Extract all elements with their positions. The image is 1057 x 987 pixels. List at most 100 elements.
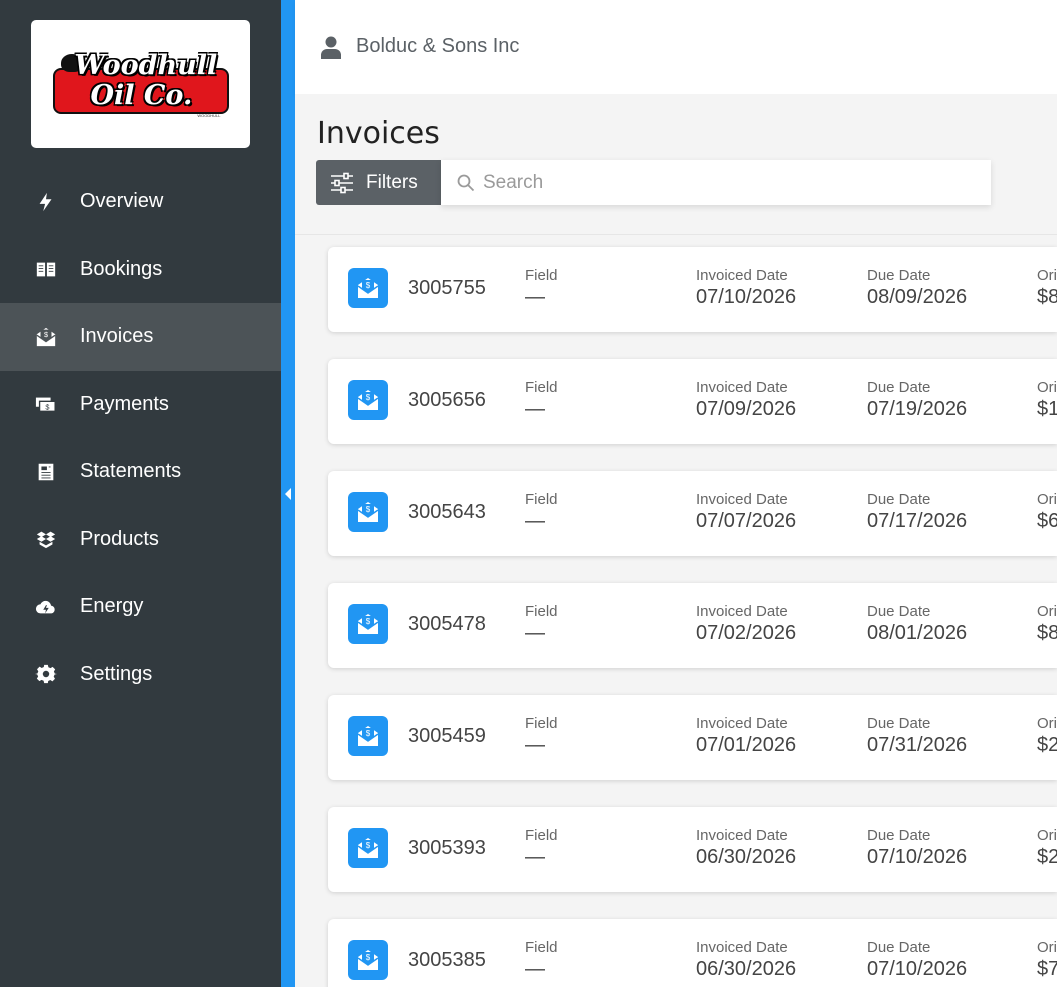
invoice-envelope-icon: $ (348, 940, 388, 980)
invoiced-date-label: Invoiced Date (696, 715, 788, 732)
sidebar-item-products[interactable]: Products (0, 506, 281, 574)
search-box[interactable] (441, 160, 991, 205)
logo-text-line1: Woodhull (74, 50, 218, 81)
sidebar-item-label: Overview (80, 190, 164, 213)
svg-text:$: $ (366, 393, 371, 402)
field-value: — (525, 622, 545, 644)
invoice-number: 3005393 (408, 837, 486, 859)
sidebar-collapse-toggle[interactable] (281, 0, 295, 987)
invoiced-date-column: Invoiced Date 06/30/2026 (696, 827, 796, 869)
invoice-card[interactable]: $3005393 Field — Invoiced Date 06/30/2026 Due… (328, 807, 1057, 892)
company-name[interactable]: Bolduc & Sons Inc (356, 35, 519, 58)
original-amount-value: $1 (1037, 398, 1057, 420)
field-label: Field (525, 379, 558, 396)
field-label: Field (525, 715, 558, 732)
filters-button[interactable]: Filters (316, 160, 441, 205)
due-date-column: Due Date 07/10/2026 (867, 939, 967, 981)
invoiced-date-column: Invoiced Date 06/30/2026 (696, 939, 796, 981)
original-amount-label: Ori (1037, 939, 1057, 956)
woodhull-logo: Woodhull Oil Co. WOODHULL (51, 44, 231, 124)
sidebar-item-statements[interactable]: Statements (0, 438, 281, 506)
sidebar-item-label: Products (80, 527, 159, 550)
user-icon (320, 35, 342, 59)
invoiced-date-value: 07/02/2026 (696, 622, 797, 644)
due-date-column: Due Date 07/31/2026 (867, 715, 967, 757)
invoice-card[interactable]: $3005656 Field — Invoiced Date 07/09/2026 Due… (328, 359, 1057, 444)
field-column: Field — (525, 939, 558, 981)
invoiced-date-label: Invoiced Date (696, 267, 788, 284)
due-date-column: Due Date 07/19/2026 (867, 379, 967, 421)
invoice-card[interactable]: $3005459 Field — Invoiced Date 07/01/2026 Due… (328, 695, 1057, 780)
boxes-icon (34, 527, 58, 551)
due-date-value: 07/19/2026 (867, 398, 968, 420)
original-amount-value: $6 (1037, 510, 1057, 532)
invoice-card[interactable]: $3005755 Field — Invoiced Date 07/10/2026 Due… (328, 247, 1057, 332)
invoice-envelope-icon: $ (34, 325, 58, 349)
invoiced-date-column: Invoiced Date 07/09/2026 (696, 379, 796, 421)
due-date-column: Due Date 07/17/2026 (867, 491, 967, 533)
logo-card[interactable]: Woodhull Oil Co. WOODHULL (31, 20, 250, 148)
sidebar-item-bookings[interactable]: Bookings (0, 236, 281, 304)
invoice-envelope-icon: $ (348, 380, 388, 420)
invoiced-date-column: Invoiced Date 07/07/2026 (696, 491, 796, 533)
invoiced-date-column: Invoiced Date 07/01/2026 (696, 715, 796, 757)
original-amount-label: Ori (1037, 379, 1057, 396)
invoice-envelope-icon: $ (348, 268, 388, 308)
page-header: Invoices Filters (295, 94, 1057, 235)
chevron-left-icon (285, 488, 291, 500)
top-bar: Bolduc & Sons Inc (295, 0, 1057, 94)
field-column: Field — (525, 715, 558, 757)
due-date-label: Due Date (867, 603, 931, 620)
page-title: Invoices (317, 116, 440, 151)
sidebar-item-label: Bookings (80, 257, 163, 280)
invoice-card[interactable]: $3005385 Field — Invoiced Date 06/30/2026 Due… (328, 919, 1057, 987)
sidebar-item-overview[interactable]: Overview (0, 168, 281, 236)
due-date-label: Due Date (867, 939, 931, 956)
invoiced-date-value: 07/09/2026 (696, 398, 797, 420)
sidebar-item-label: Invoices (80, 325, 154, 348)
invoiced-date-value: 06/30/2026 (696, 958, 797, 980)
field-value: — (525, 398, 545, 420)
field-column: Field — (525, 267, 558, 309)
invoice-card[interactable]: $3005643 Field — Invoiced Date 07/07/2026 Due… (328, 471, 1057, 556)
sidebar-item-invoices[interactable]: $ Invoices (0, 303, 281, 371)
due-date-value: 08/01/2026 (867, 622, 968, 644)
invoiced-date-value: 07/10/2026 (696, 286, 797, 308)
invoice-card[interactable]: $3005478 Field — Invoiced Date 07/02/2026 Due… (328, 583, 1057, 668)
original-amount-label: Ori (1037, 603, 1057, 620)
invoiced-date-label: Invoiced Date (696, 379, 788, 396)
invoice-number: 3005656 (408, 389, 486, 411)
due-date-column: Due Date 07/10/2026 (867, 827, 967, 869)
due-date-value: 07/17/2026 (867, 510, 968, 532)
search-icon (457, 174, 475, 191)
svg-text:$: $ (44, 330, 48, 339)
original-amount-label: Ori (1037, 267, 1057, 284)
search-input[interactable] (483, 171, 963, 194)
original-amount-value: $8 (1037, 286, 1057, 308)
field-label: Field (525, 827, 558, 844)
original-amount-label: Ori (1037, 491, 1057, 508)
field-label: Field (525, 267, 558, 284)
original-amount-column: Ori $2 (1037, 827, 1057, 869)
sidebar-item-energy[interactable]: Energy (0, 573, 281, 641)
sliders-icon (331, 172, 353, 193)
sidebar-item-payments[interactable]: $ Payments (0, 371, 281, 439)
field-value: — (525, 734, 545, 756)
svg-text:$: $ (366, 281, 371, 290)
invoice-number: 3005478 (408, 613, 486, 635)
field-label: Field (525, 939, 558, 956)
invoice-list: $3005755 Field — Invoiced Date 07/10/2026 Due… (328, 247, 1057, 987)
logo-text-line2: Oil Co. (90, 80, 193, 111)
due-date-value: 08/09/2026 (867, 286, 968, 308)
sidebar-item-settings[interactable]: Settings (0, 641, 281, 709)
original-amount-column: Ori $7 (1037, 939, 1057, 981)
field-column: Field — (525, 603, 558, 645)
invoiced-date-column: Invoiced Date 07/10/2026 (696, 267, 796, 309)
cash-icon: $ (34, 392, 58, 416)
book-icon (34, 257, 58, 281)
original-amount-label: Ori (1037, 827, 1057, 844)
sidebar-item-label: Payments (80, 392, 169, 415)
invoice-envelope-icon: $ (348, 716, 388, 756)
invoiced-date-value: 07/07/2026 (696, 510, 797, 532)
invoice-number: 3005385 (408, 949, 486, 971)
